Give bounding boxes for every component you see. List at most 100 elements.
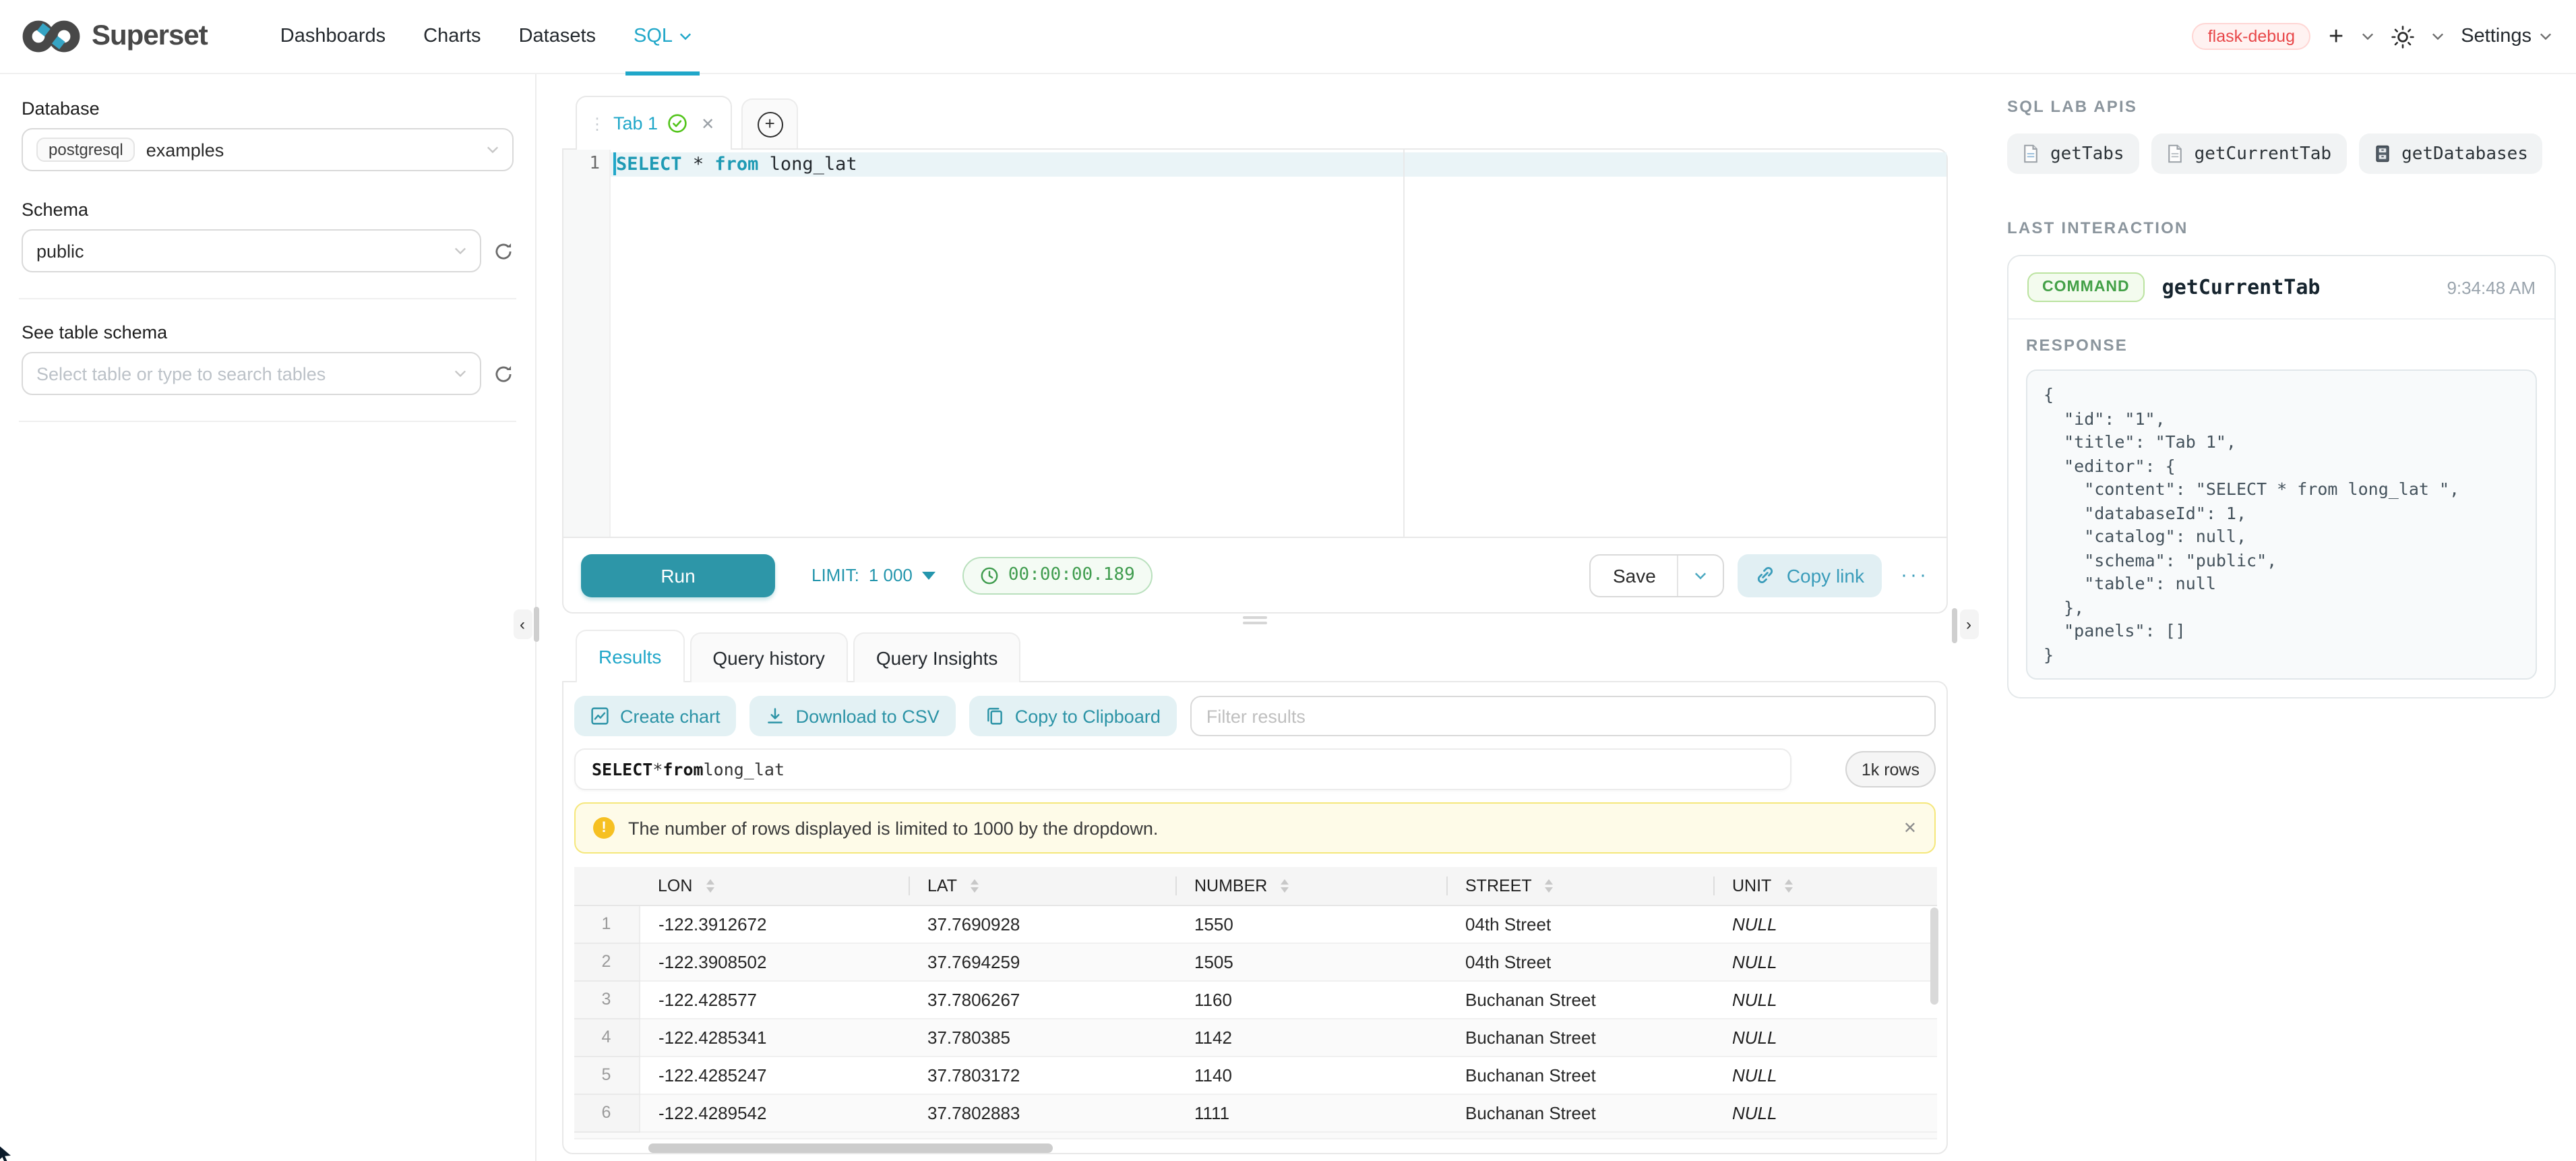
schema-select[interactable]: public: [22, 229, 481, 272]
document-icon: [2166, 144, 2184, 163]
card-file-box-icon: [2373, 144, 2391, 163]
brand-name: Superset: [92, 20, 208, 53]
left-resize-handle[interactable]: [534, 607, 539, 642]
clock-icon: [980, 566, 999, 585]
download-icon: [766, 707, 785, 725]
api-getdatabases-button[interactable]: getDatabases: [2358, 133, 2543, 174]
drag-handle-icon[interactable]: ⋮: [589, 114, 604, 133]
row-limit-warning: ! The number of rows displayed is limite…: [574, 802, 1936, 854]
query-success-check-icon: [667, 113, 687, 133]
cell: -122.4285341: [639, 1018, 909, 1056]
cell: Buchanan Street: [1446, 1094, 1713, 1131]
column-header[interactable]: LON: [639, 867, 909, 905]
editor-toolbar: Run LIMIT: 1 000 00:00:00.189: [563, 537, 1946, 612]
chevron-down-icon[interactable]: [2361, 32, 2373, 40]
table-row: 2-122.390850237.7694259150504th StreetNU…: [574, 943, 1937, 980]
sort-icon[interactable]: [971, 880, 979, 893]
right-resize-handle[interactable]: [1952, 608, 1957, 643]
table-select[interactable]: Select table or type to search tables: [22, 352, 481, 395]
left-panel-gutter: ‹: [536, 74, 562, 1161]
superset-logo[interactable]: Superset: [22, 19, 208, 54]
results-grid: LONLATNUMBERSTREETUNIT 1-122.391267237.7…: [574, 867, 1936, 1155]
vertical-scrollbar[interactable]: [1930, 907, 1938, 1005]
cell: NULL: [1713, 905, 1937, 943]
copy-link-button[interactable]: Copy link: [1738, 554, 1882, 597]
chevron-down-icon: [1695, 571, 1707, 579]
refresh-tables-icon[interactable]: [493, 363, 514, 384]
tab-query-history[interactable]: Query history: [689, 632, 848, 682]
results-header: LONLATNUMBERSTREETUNIT: [574, 867, 1937, 905]
cell: 37.7803172: [909, 1056, 1175, 1094]
vertical-resize-handle[interactable]: [562, 614, 1948, 627]
refresh-schemas-icon[interactable]: [493, 241, 514, 261]
executed-query-preview: SELECT * from long_lat: [574, 748, 1791, 790]
database-label: Database: [22, 98, 514, 119]
cell: NULL: [1713, 943, 1937, 980]
sort-icon[interactable]: [1545, 880, 1554, 893]
table-row: 6-122.428954237.78028831111Buchanan Stre…: [574, 1094, 1937, 1131]
sort-icon[interactable]: [1281, 880, 1289, 893]
sql-lab-page: Superset Dashboards Charts Datasets SQL …: [0, 0, 2576, 1161]
api-getcurrenttab-button[interactable]: getCurrentTab: [2151, 133, 2347, 174]
database-sidebar: Database postgresql examples Schema publ…: [0, 74, 536, 1161]
sql-editor-card: 1 SELECT * from long_lat Run LIMIT: 1 00…: [562, 148, 1948, 614]
results-body: 1-122.391267237.7690928155004th StreetNU…: [574, 905, 1937, 1131]
limit-dropdown[interactable]: LIMIT: 1 000: [811, 565, 936, 585]
tab-results[interactable]: Results: [576, 630, 684, 682]
last-interaction-card: COMMAND getCurrentTab 9:34:48 AM RESPONS…: [2007, 255, 2556, 698]
chevron-down-icon[interactable]: [2431, 32, 2443, 40]
database-select[interactable]: postgresql examples: [22, 128, 514, 171]
nav-datasets[interactable]: Datasets: [500, 0, 615, 73]
cell: 37.7690928: [909, 905, 1175, 943]
sort-icon[interactable]: [706, 880, 714, 893]
cell: 37.7806267: [909, 980, 1175, 1018]
column-header[interactable]: NUMBER: [1175, 867, 1446, 905]
editor-tab[interactable]: ⋮ Tab 1 ✕: [576, 96, 732, 150]
response-json-box: { "id": "1", "title": "Tab 1", "editor":…: [2026, 369, 2537, 680]
cell: Buchanan Street: [1446, 1018, 1713, 1056]
api-buttons-row: getTabs getCurrentTab: [2007, 133, 2556, 174]
warning-icon: !: [593, 817, 615, 839]
collapse-left-panel-button[interactable]: ‹: [514, 609, 532, 639]
nav-sql[interactable]: SQL: [615, 0, 710, 73]
new-item-button[interactable]: +: [2329, 24, 2343, 49]
filter-results-input[interactable]: [1190, 696, 1936, 736]
sql-code-line: SELECT * from long_lat: [611, 154, 1946, 177]
close-tab-icon[interactable]: ✕: [701, 114, 714, 133]
sort-icon[interactable]: [1785, 880, 1793, 893]
column-header[interactable]: STREET: [1446, 867, 1713, 905]
cell: 1142: [1175, 1018, 1446, 1056]
mouse-cursor: [0, 1142, 18, 1161]
link-icon: [1756, 565, 1776, 585]
save-options-caret[interactable]: [1678, 555, 1723, 595]
copy-clipboard-button[interactable]: Copy to Clipboard: [969, 696, 1177, 736]
column-header[interactable]: UNIT: [1713, 867, 1937, 905]
cell: -122.3912672: [639, 905, 909, 943]
more-actions-button[interactable]: ···: [1901, 564, 1929, 587]
cell: 37.7694259: [909, 943, 1175, 980]
download-csv-button[interactable]: Download to CSV: [750, 696, 956, 736]
api-gettabs-button[interactable]: getTabs: [2007, 133, 2139, 174]
collapse-right-panel-button[interactable]: ›: [1960, 609, 1979, 639]
create-chart-button[interactable]: Create chart: [574, 696, 737, 736]
add-tab-button[interactable]: +: [741, 98, 798, 150]
run-button[interactable]: Run: [581, 554, 775, 597]
save-button[interactable]: Save: [1591, 555, 1678, 595]
horizontal-scrollbar[interactable]: [648, 1143, 1053, 1152]
nav-dashboards[interactable]: Dashboards: [262, 0, 404, 73]
dismiss-warning-icon[interactable]: ✕: [1903, 818, 1917, 837]
settings-menu[interactable]: Settings: [2461, 26, 2552, 47]
tab-query-insights[interactable]: Query Insights: [853, 632, 1021, 682]
row-number-header: [574, 867, 639, 905]
interaction-timestamp: 9:34:48 AM: [2447, 277, 2536, 297]
sql-code-editor[interactable]: 1 SELECT * from long_lat: [563, 150, 1946, 537]
cell: Buchanan Street: [1446, 1056, 1713, 1094]
theme-sun-icon[interactable]: [2391, 25, 2414, 48]
cell: NULL: [1713, 1018, 1937, 1056]
nav-charts[interactable]: Charts: [404, 0, 499, 73]
chevron-down-icon: [2540, 32, 2552, 40]
row-number: 3: [574, 980, 639, 1018]
navbar: Superset Dashboards Charts Datasets SQL …: [0, 0, 2576, 74]
column-header[interactable]: LAT: [909, 867, 1175, 905]
database-engine-tag: postgresql: [36, 138, 135, 162]
